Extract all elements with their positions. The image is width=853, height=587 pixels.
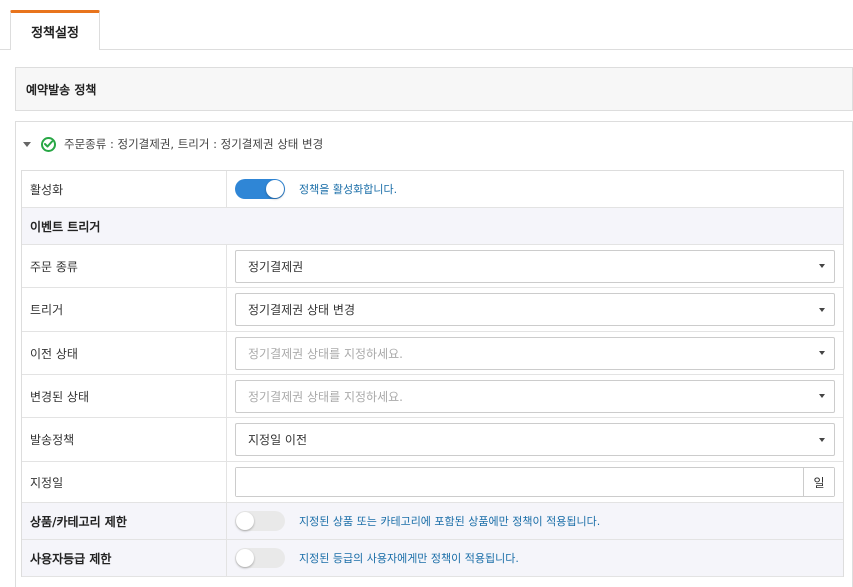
policy-header[interactable]: 주문종류 : 정기결제권, 트리거 : 정기결제권 상태 변경 xyxy=(16,122,852,166)
order-type-value: 정기결제권 xyxy=(248,259,304,274)
section-header: 예약발송 정책 xyxy=(15,67,853,111)
trigger-value: 정기결제권 상태 변경 xyxy=(248,303,355,317)
send-policy-value: 지정일 이전 xyxy=(248,433,308,447)
policy-panel: 주문종류 : 정기결제권, 트리거 : 정기결제권 상태 변경 활성화 정책을 … xyxy=(15,121,853,587)
policy-form: 활성화 정책을 활성화합니다. 이벤트 트리거 주문 종류 정기결제권 트리거 xyxy=(21,170,844,577)
row-order-type: 주문 종류 정기결제권 xyxy=(22,245,843,288)
row-changed-status: 변경된 상태 정기결제권 상태를 지정하세요. xyxy=(22,375,843,418)
row-trigger: 트리거 정기결제권 상태 변경 xyxy=(22,288,843,332)
user-grade-limit-toggle[interactable] xyxy=(235,548,285,568)
toggle-knob xyxy=(266,180,284,198)
chevron-down-icon xyxy=(819,437,825,442)
order-type-select[interactable]: 정기결제권 xyxy=(235,249,835,283)
toggle-knob xyxy=(236,549,254,567)
changed-status-label: 변경된 상태 xyxy=(22,375,227,417)
check-circle-icon xyxy=(41,136,56,152)
tab-policy-settings[interactable]: 정책설정 xyxy=(10,10,100,51)
section-title: 예약발송 정책 xyxy=(26,82,97,97)
tab-label: 정책설정 xyxy=(31,26,79,41)
row-activate: 활성화 정책을 활성화합니다. xyxy=(22,171,843,208)
product-limit-hint: 지정된 상품 또는 카테고리에 포함된 상품에만 정책이 적용됩니다. xyxy=(299,515,601,528)
order-type-label: 주문 종류 xyxy=(22,245,227,287)
collapse-caret-icon[interactable] xyxy=(23,141,31,147)
activate-label: 활성화 xyxy=(22,171,227,207)
chevron-down-icon xyxy=(819,351,825,355)
send-policy-label: 발송정책 xyxy=(22,418,227,461)
row-user-grade-limit: 사용자등급 제한 지정된 등급의 사용자에게만 정책이 적용됩니다. xyxy=(22,540,843,577)
activate-toggle[interactable] xyxy=(235,179,285,199)
user-grade-limit-hint: 지정된 등급의 사용자에게만 정책이 적용됩니다. xyxy=(299,552,519,565)
prev-status-select[interactable]: 정기결제권 상태를 지정하세요. xyxy=(235,336,835,370)
send-policy-select[interactable]: 지정일 이전 xyxy=(235,423,835,456)
row-prev-status: 이전 상태 정기결제권 상태를 지정하세요. xyxy=(22,332,843,375)
product-limit-toggle[interactable] xyxy=(235,511,285,531)
row-designated-day: 지정일 일 xyxy=(22,462,843,503)
activate-hint: 정책을 활성화합니다. xyxy=(299,183,398,196)
chevron-down-icon xyxy=(819,394,825,398)
product-limit-label: 상품/카테고리 제한 xyxy=(22,503,227,539)
trigger-label: 트리거 xyxy=(22,288,227,331)
row-product-limit: 상품/카테고리 제한 지정된 상품 또는 카테고리에 포함된 상품에만 정책이 … xyxy=(22,503,843,540)
day-unit-addon: 일 xyxy=(803,468,834,496)
toggle-knob xyxy=(236,512,254,530)
trigger-select[interactable]: 정기결제권 상태 변경 xyxy=(235,293,835,326)
policy-title: 주문종류 : 정기결제권, 트리거 : 정기결제권 상태 변경 xyxy=(64,137,324,151)
event-trigger-heading: 이벤트 트리거 xyxy=(30,219,101,234)
changed-status-select[interactable]: 정기결제권 상태를 지정하세요. xyxy=(235,379,835,413)
row-send-policy: 발송정책 지정일 이전 xyxy=(22,418,843,462)
prev-status-placeholder: 정기결제권 상태를 지정하세요. xyxy=(248,346,403,361)
designated-day-input[interactable] xyxy=(236,468,803,496)
changed-status-placeholder: 정기결제권 상태를 지정하세요. xyxy=(248,389,403,404)
chevron-down-icon xyxy=(819,307,825,312)
row-event-trigger: 이벤트 트리거 xyxy=(22,208,843,245)
user-grade-limit-label: 사용자등급 제한 xyxy=(22,540,227,576)
designated-day-group: 일 xyxy=(235,467,835,497)
chevron-down-icon xyxy=(819,264,825,268)
tab-bar: 정책설정 xyxy=(0,0,853,51)
designated-day-label: 지정일 xyxy=(22,462,227,502)
prev-status-label: 이전 상태 xyxy=(22,332,227,374)
